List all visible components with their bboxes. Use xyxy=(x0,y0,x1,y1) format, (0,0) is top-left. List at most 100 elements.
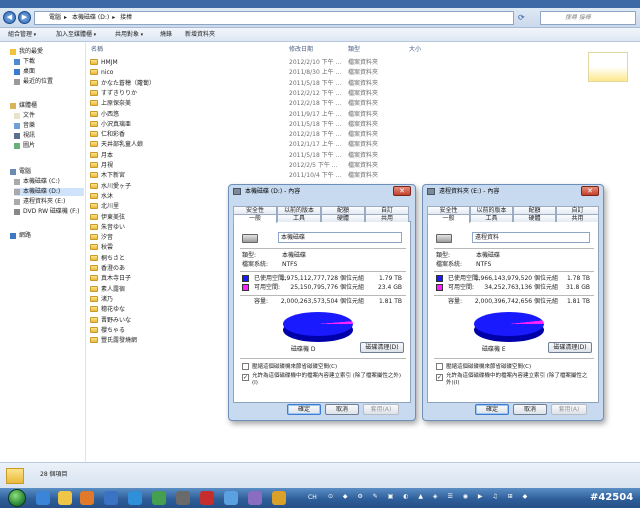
disk-cleanup-button[interactable]: 磁碟清理(D) xyxy=(360,342,404,353)
app-icon-3[interactable] xyxy=(152,491,166,505)
list-item[interactable]: 小西悠 2011/9/17 上午 ... 檔案資料夾 xyxy=(87,110,387,119)
column-date[interactable]: 修改日期 xyxy=(289,44,313,53)
column-name[interactable]: 名稱 xyxy=(91,44,103,53)
include-library-button[interactable]: 加入至媒體櫃 xyxy=(56,30,96,40)
tab-quota[interactable]: 配額 xyxy=(513,206,556,214)
file-type: 檔案資料夾 xyxy=(348,89,379,97)
nav-recent[interactable]: 最近的位置 xyxy=(14,78,53,86)
system-tray-icons[interactable]: ⊙ ◆ ⚙ ✎ ▣ ◐ ▲ ◈ ☰ ◉ ▶ ♫ ⊞ ◆ xyxy=(328,493,578,503)
language-indicator[interactable]: CH xyxy=(308,494,317,501)
recent-places-icon xyxy=(14,78,20,85)
cancel-button[interactable]: 取消 xyxy=(325,404,359,415)
nav-music[interactable]: 音樂 xyxy=(14,122,35,130)
breadcrumb[interactable]: 電腦 ▸ 本機磁碟 (D:) ▸ 接棒 xyxy=(34,11,514,25)
list-item[interactable]: 仁和彩香 2012/2/18 下午 ... 檔案資料夾 xyxy=(87,130,387,139)
media-player-icon[interactable] xyxy=(80,491,94,505)
cancel-button[interactable]: 取消 xyxy=(513,404,547,415)
dialog-titlebar[interactable]: 本機磁碟 (D:) - 內容 xyxy=(229,185,415,199)
nav-downloads[interactable]: 下載 xyxy=(14,58,35,66)
tab-previous-versions[interactable]: 以前的版本 xyxy=(277,206,321,214)
app-icon-6[interactable] xyxy=(224,491,238,505)
ok-button[interactable]: 確定 xyxy=(287,404,321,415)
folder-icon xyxy=(6,468,24,484)
app-icon-5[interactable] xyxy=(200,491,214,505)
list-item[interactable]: かなた蒼穂（蘿蔔） 2011/5/18 下午 ... 檔案資料夾 xyxy=(87,79,387,88)
app-icon-2[interactable] xyxy=(128,491,142,505)
ok-button[interactable]: 確定 xyxy=(475,404,509,415)
tab-previous-versions[interactable]: 以前的版本 xyxy=(470,206,513,214)
list-item[interactable]: nico 2011/8/30 上午 ... 檔案資料夾 xyxy=(87,68,387,77)
list-item[interactable]: 月本 2011/5/18 下午 ... 檔案資料夾 xyxy=(87,151,387,160)
breadcrumb-drive[interactable]: 本機磁碟 (D:) xyxy=(72,14,109,21)
refresh-icon[interactable]: ⟳ xyxy=(518,13,528,23)
column-size[interactable]: 大小 xyxy=(409,44,421,53)
start-button[interactable] xyxy=(8,489,26,507)
app-icon-4[interactable] xyxy=(176,491,190,505)
tab-hardware[interactable]: 硬體 xyxy=(321,214,365,222)
back-button[interactable]: ◀ xyxy=(3,11,16,24)
search-input[interactable]: 搜尋 接棒 xyxy=(540,11,636,25)
tab-customize[interactable]: 自訂 xyxy=(365,206,409,214)
nav-videos[interactable]: 視訊 xyxy=(14,132,35,140)
disk-cleanup-button[interactable]: 磁碟清理(D) xyxy=(548,342,592,353)
explorer-icon[interactable] xyxy=(58,491,72,505)
breadcrumb-computer[interactable]: 電腦 xyxy=(49,14,61,21)
nav-libraries[interactable]: 媒體櫃 xyxy=(10,102,37,110)
tab-tools[interactable]: 工具 xyxy=(470,214,513,222)
nav-pictures[interactable]: 圖片 xyxy=(14,142,35,150)
list-item[interactable]: 天井部乳童人娘 2012/1/17 上午 ... 檔案資料夾 xyxy=(87,140,387,149)
tab-general[interactable]: 一般 xyxy=(427,214,470,223)
drive-name-input[interactable]: 遠程資料 xyxy=(472,232,590,243)
tab-sharing[interactable]: 共用 xyxy=(556,214,599,222)
network-icon xyxy=(10,232,16,239)
folder-icon xyxy=(90,192,98,199)
index-checkbox[interactable]: ✓ xyxy=(436,374,443,381)
tab-tools[interactable]: 工具 xyxy=(277,214,321,222)
share-button[interactable]: 共用對象 xyxy=(115,30,143,40)
list-item[interactable]: HMJM 2012/2/10 下午 ... 檔案資料夾 xyxy=(87,58,387,67)
dialog-titlebar[interactable]: 遠程資料夾 (E:) - 內容 xyxy=(423,185,603,199)
capacity-label: 容量: xyxy=(254,298,269,305)
tab-sharing[interactable]: 共用 xyxy=(365,214,409,222)
app-icon-1[interactable] xyxy=(104,491,118,505)
list-item[interactable]: 上原保奈美 2012/2/18 下午 ... 檔案資料夾 xyxy=(87,99,387,108)
list-item[interactable]: 小沢真璃亜 2011/5/18 下午 ... 檔案資料夾 xyxy=(87,120,387,129)
nav-dvd[interactable]: DVD RW 磁碟機 (F:) xyxy=(14,208,80,216)
close-button[interactable]: ✕ xyxy=(393,186,411,196)
ie-icon[interactable] xyxy=(36,491,50,505)
nav-favorites[interactable]: 我的最愛 xyxy=(10,48,43,56)
drive-name-input[interactable]: 本機磁碟 xyxy=(278,232,402,243)
breadcrumb-folder[interactable]: 接棒 xyxy=(120,14,132,21)
tab-quota[interactable]: 配額 xyxy=(321,206,365,214)
nav-computer[interactable]: 電腦 xyxy=(10,168,31,176)
list-item[interactable]: 木下新宮 2011/10/4 下午 ... 檔案資料夾 xyxy=(87,171,387,180)
organize-button[interactable]: 組合管理 xyxy=(8,30,36,40)
index-checkbox[interactable]: ✓ xyxy=(242,374,249,381)
app-icon-8[interactable] xyxy=(272,491,286,505)
column-type[interactable]: 類型 xyxy=(348,44,360,53)
nav-documents[interactable]: 文件 xyxy=(14,112,35,120)
new-folder-button[interactable]: 新增資料夾 xyxy=(185,30,215,40)
burn-button[interactable]: 燒錄 xyxy=(160,30,172,40)
nav-drive-d[interactable]: 本機磁碟 (D:) xyxy=(14,188,84,196)
nav-drive-e[interactable]: 遠程資料夾 (E:) xyxy=(14,198,65,206)
nav-desktop[interactable]: 桌面 xyxy=(14,68,35,76)
app-icon-7[interactable] xyxy=(248,491,262,505)
nav-network[interactable]: 網路 xyxy=(10,232,31,240)
forward-button[interactable]: ▶ xyxy=(18,11,31,24)
close-button[interactable]: ✕ xyxy=(581,186,599,196)
list-item[interactable]: 月視 2012/2/5 下午 ... 檔案資料夾 xyxy=(87,161,387,170)
nav-drive-c[interactable]: 本機磁碟 (C:) xyxy=(14,178,60,186)
compress-checkbox[interactable] xyxy=(242,363,249,370)
folder-icon xyxy=(90,275,98,282)
apply-button[interactable]: 套用(A) xyxy=(363,404,399,415)
tab-hardware[interactable]: 硬體 xyxy=(513,214,556,222)
tab-security[interactable]: 安全性 xyxy=(427,206,470,214)
list-item[interactable]: すずきりりか 2012/2/12 下午 ... 檔案資料夾 xyxy=(87,89,387,98)
tab-security[interactable]: 安全性 xyxy=(233,206,277,214)
taskbar: CH ⊙ ◆ ⚙ ✎ ▣ ◐ ▲ ◈ ☰ ◉ ▶ ♫ ⊞ ◆ #42504 xyxy=(0,488,640,508)
apply-button[interactable]: 套用(A) xyxy=(551,404,587,415)
compress-checkbox[interactable] xyxy=(436,363,443,370)
tab-general[interactable]: 一般 xyxy=(233,214,277,223)
tab-customize[interactable]: 自訂 xyxy=(556,206,599,214)
